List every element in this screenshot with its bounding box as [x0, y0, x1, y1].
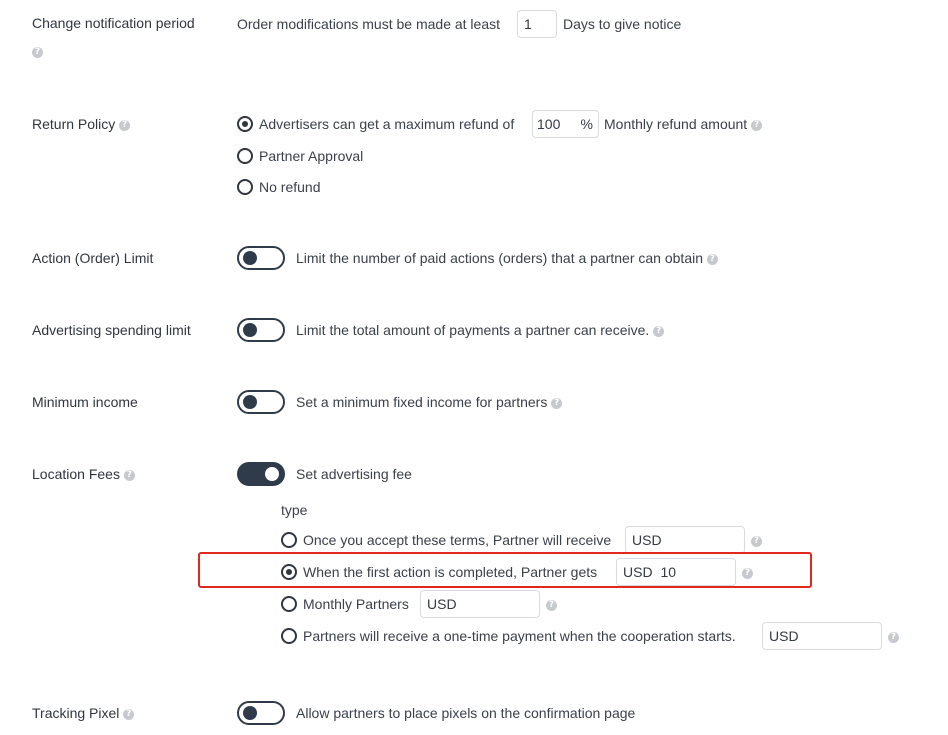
toggle-knob	[243, 251, 257, 265]
location-fees-toggle[interactable]	[237, 462, 285, 486]
toggle-knob	[265, 467, 279, 481]
fee-on-accept-radio[interactable]	[281, 532, 297, 548]
refund-max-label: Advertisers can get a maximum refund of	[259, 116, 515, 132]
notice-days-input[interactable]: 1	[517, 10, 557, 38]
toggle-knob	[243, 706, 257, 720]
spending-limit-label: Advertising spending limit	[32, 322, 191, 338]
refund-percent-input[interactable]: 100 %	[532, 110, 599, 138]
action-limit-toggle[interactable]	[237, 246, 285, 270]
help-icon[interactable]: ?	[119, 119, 131, 131]
partner-approval-radio[interactable]	[237, 148, 253, 164]
fee-type-label: type	[281, 502, 308, 518]
fee-on-accept-input[interactable]: USD	[625, 526, 745, 554]
refund-max-radio[interactable]	[237, 116, 253, 132]
action-limit-description: Limit the number of paid actions (orders…	[296, 250, 718, 266]
help-icon[interactable]: ?	[551, 397, 563, 409]
help-icon[interactable]: ?	[123, 708, 135, 720]
minimum-income-toggle[interactable]	[237, 390, 285, 414]
change-notification-label: Change notification period	[32, 15, 195, 31]
minimum-income-description: Set a minimum fixed income for partners …	[296, 394, 563, 410]
help-icon[interactable]: ?	[32, 47, 43, 58]
fee-monthly-radio[interactable]	[281, 596, 297, 612]
tracking-pixel-description: Allow partners to place pixels on the co…	[296, 705, 636, 721]
help-icon[interactable]: ?	[653, 325, 665, 337]
notification-suffix: Days to give notice	[563, 16, 682, 32]
fee-on-accept-label: Once you accept these terms, Partner wil…	[303, 532, 612, 548]
help-icon[interactable]: ?	[742, 568, 753, 579]
fee-first-action-radio[interactable]	[281, 564, 297, 580]
help-icon[interactable]: ?	[751, 119, 763, 131]
fee-monthly-input[interactable]: USD	[420, 590, 540, 618]
fee-monthly-label: Monthly Partners	[303, 596, 409, 612]
tracking-pixel-label: Tracking Pixel ?	[32, 705, 135, 721]
fee-cooperation-start-label: Partners will receive a one-time payment…	[303, 628, 736, 644]
fee-cooperation-start-radio[interactable]	[281, 628, 297, 644]
fee-cooperation-start-input[interactable]: USD	[762, 622, 882, 650]
toggle-knob	[243, 395, 257, 409]
action-limit-label: Action (Order) Limit	[32, 250, 154, 266]
help-icon[interactable]: ?	[706, 253, 718, 265]
spending-limit-description: Limit the total amount of payments a par…	[296, 322, 665, 338]
help-icon[interactable]: ?	[888, 632, 899, 643]
spending-limit-toggle[interactable]	[237, 318, 285, 342]
no-refund-radio[interactable]	[237, 179, 253, 195]
partner-approval-label: Partner Approval	[259, 148, 364, 164]
help-icon[interactable]: ?	[546, 600, 557, 611]
toggle-knob	[243, 323, 257, 337]
no-refund-label: No refund	[259, 179, 321, 195]
percent-unit: %	[580, 116, 593, 132]
help-icon[interactable]: ?	[751, 536, 762, 547]
notification-prefix: Order modifications must be made at leas…	[237, 16, 501, 32]
help-icon[interactable]: ?	[123, 469, 135, 481]
return-policy-label: Return Policy ?	[32, 116, 131, 132]
refund-after-label: Monthly refund amount ?	[604, 116, 763, 132]
fee-first-action-input[interactable]: USD 10	[616, 558, 736, 586]
minimum-income-label: Minimum income	[32, 394, 138, 410]
tracking-pixel-toggle[interactable]	[237, 701, 285, 725]
location-fees-label: Location Fees ?	[32, 466, 135, 482]
location-fees-description: Set advertising fee	[296, 466, 412, 482]
fee-first-action-label: When the first action is completed, Part…	[303, 564, 598, 580]
